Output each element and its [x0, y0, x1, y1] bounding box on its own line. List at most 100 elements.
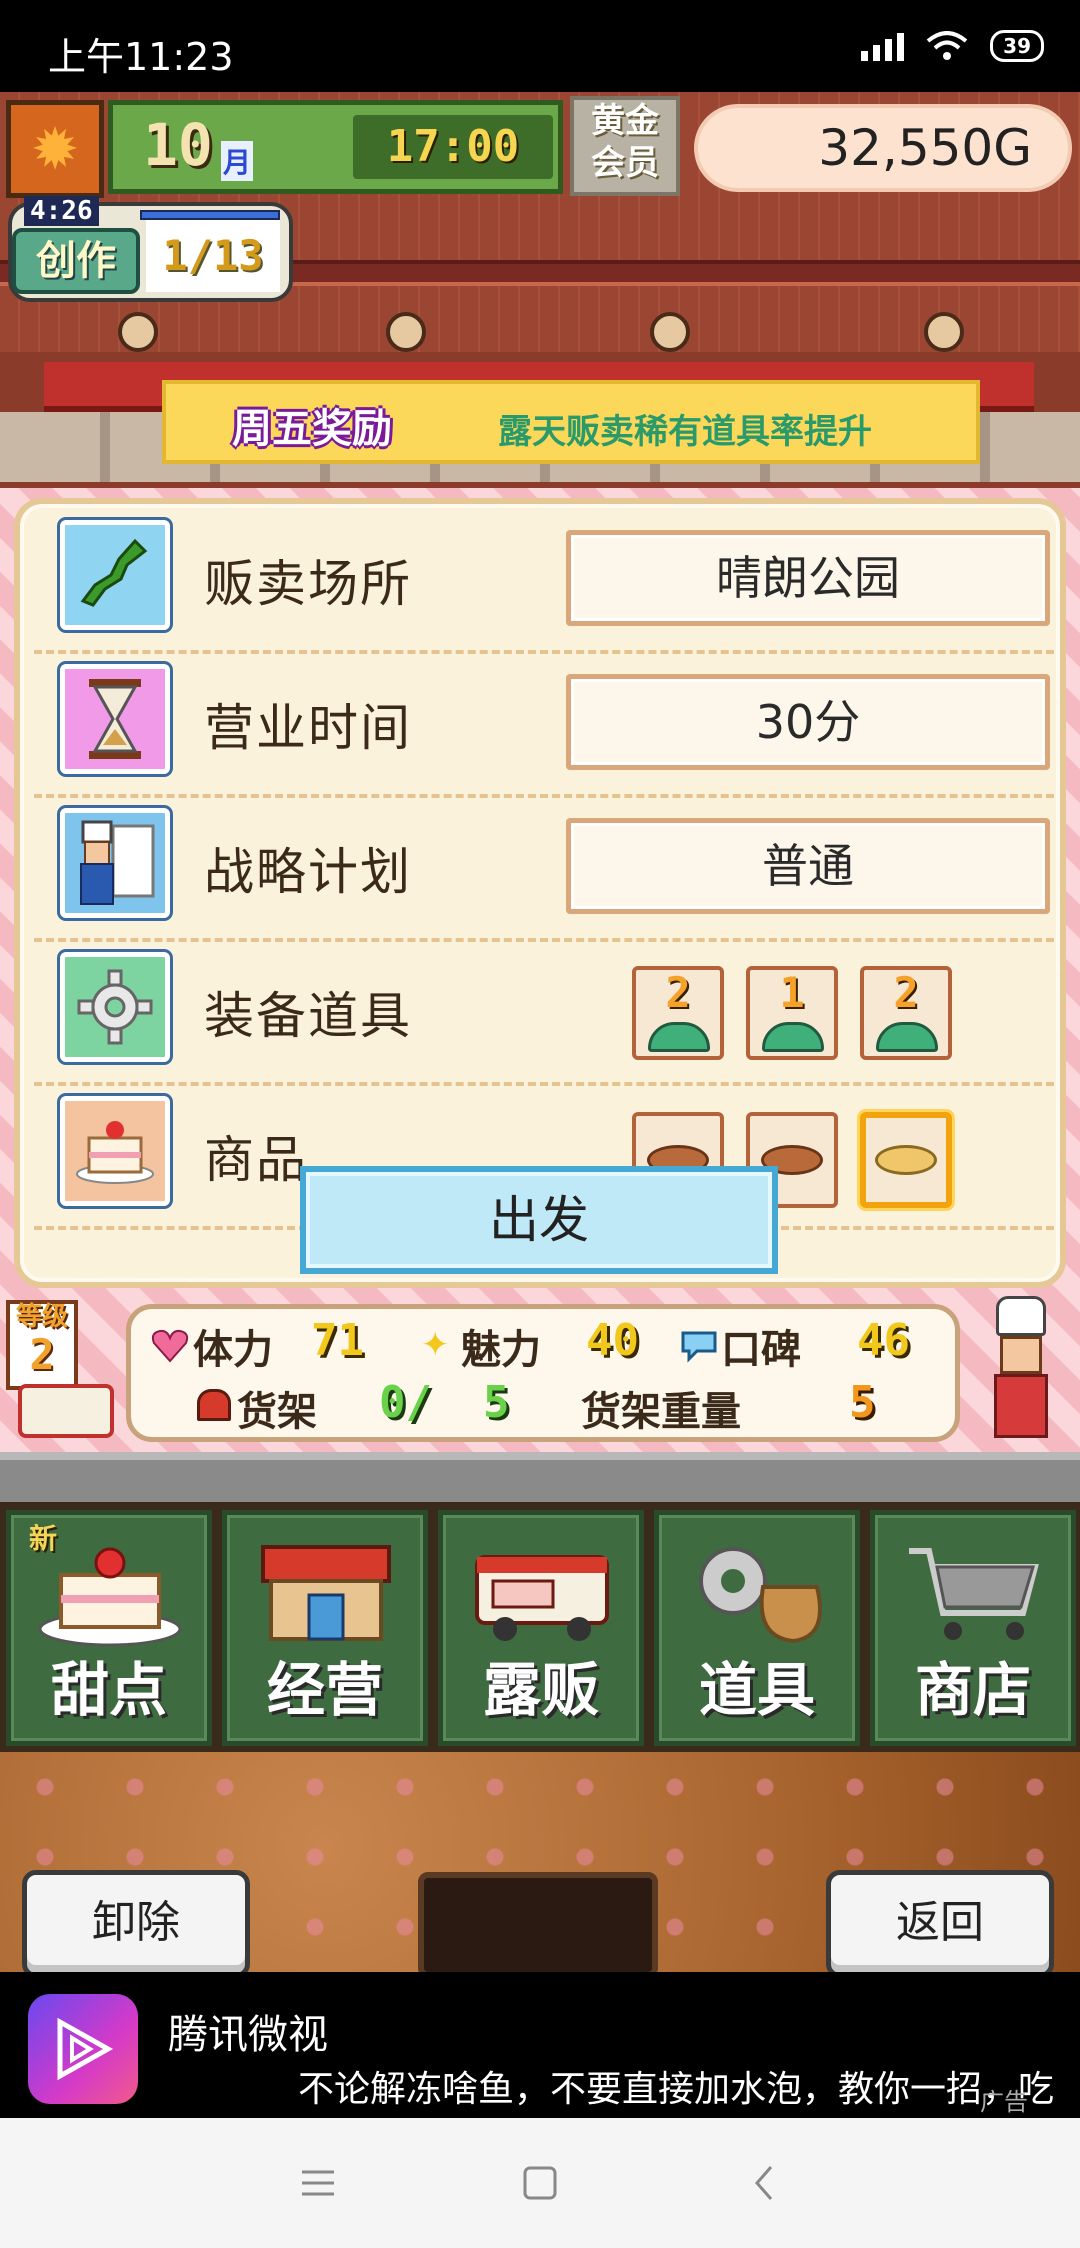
weishi-app-icon — [28, 1994, 138, 2104]
equipment-level: 1 — [779, 968, 805, 1017]
gold-member-badge[interactable]: 黄金 会员 — [570, 96, 680, 196]
product-slot-3[interactable] — [860, 1112, 952, 1208]
cart-icon — [899, 1537, 1049, 1647]
create-count: 1/13 — [146, 220, 280, 292]
menu-label-street-sale: 露贩 — [482, 1656, 599, 1724]
lamp-icon — [386, 312, 426, 352]
van-stats: 体力 71 ✦ 魅力 40 口碑 46 货架 0/ 5 货架重量 5 — [126, 1304, 960, 1442]
menu-management[interactable]: 经营 — [222, 1510, 428, 1746]
equipment-slot-1[interactable]: 2 — [632, 966, 724, 1060]
charm-label: 魅力 — [461, 1327, 541, 1373]
menu-label-items: 道具 — [698, 1656, 815, 1724]
bonus-tag: 周五奖励 — [232, 406, 392, 452]
stamina-label: 体力 — [193, 1327, 273, 1373]
strategy-selector[interactable]: 普通 — [566, 818, 1050, 914]
menu-icon[interactable] — [278, 2148, 358, 2218]
member-line-1: 黄金 — [591, 101, 659, 141]
ad-text: 不论解冻啥鱼，不要直接加水泡，教你一招，吃 — [298, 2069, 1055, 2110]
level-label: 等级 — [15, 1302, 68, 1332]
lamp-icon — [650, 312, 690, 352]
charm-value: 40 — [586, 1315, 639, 1366]
shelf-icon — [197, 1389, 231, 1421]
menu-label-store: 商店 — [914, 1656, 1031, 1724]
chef-plan-icon — [60, 808, 170, 918]
ground-strip — [0, 1452, 1080, 1502]
create-label: 创作 — [12, 228, 140, 294]
reputation-label: 口碑 — [721, 1327, 801, 1373]
row-divider — [34, 938, 1054, 942]
equipment-level: 2 — [893, 968, 919, 1017]
gear-icon — [60, 952, 170, 1062]
heart-icon — [151, 1329, 189, 1363]
ad-tag: 广告 — [980, 2088, 1028, 2116]
shelf-total: 5 — [483, 1377, 510, 1428]
autumn-leaf-icon: ✹ — [6, 100, 104, 198]
create-timer-bar — [140, 210, 280, 220]
main-menu: 新 甜点 经营 露贩 道具 商店 — [0, 1502, 1080, 1752]
bonus-text: 露天贩卖稀有道具率提升 — [498, 412, 872, 452]
item-bag-icon — [683, 1537, 833, 1647]
cake-icon — [60, 1096, 170, 1206]
status-time: 上午11:23 — [48, 35, 234, 79]
member-line-2: 会员 — [591, 143, 659, 183]
system-nav-bar — [0, 2118, 1080, 2248]
row-label-location: 贩卖场所 — [204, 555, 412, 613]
equipment-slot-2[interactable]: 1 — [746, 966, 838, 1060]
lamp-icon — [118, 312, 158, 352]
hourglass-icon — [60, 664, 170, 774]
scale-icon — [876, 1022, 938, 1052]
van-icon — [467, 1537, 617, 1647]
back-button[interactable]: 返回 — [826, 1870, 1054, 1978]
shelf-weight-label: 货架重量 — [581, 1389, 741, 1435]
row-divider — [34, 1082, 1054, 1086]
month-unit: 月 — [221, 141, 254, 181]
van-icon — [18, 1384, 114, 1438]
depart-button[interactable]: 出发 — [300, 1166, 778, 1274]
game-time: 17:00 — [353, 115, 553, 179]
menu-label-management: 经营 — [266, 1656, 383, 1724]
remove-button[interactable]: 卸除 — [22, 1870, 250, 1978]
speech-bubble-icon — [681, 1331, 717, 1363]
stamina-value: 71 — [311, 1315, 364, 1366]
shelf-label: 货架 — [237, 1389, 317, 1435]
calendar-display: 10 月 17:00 — [108, 100, 563, 194]
wifi-icon — [926, 31, 968, 60]
status-icons: 39 — [861, 30, 1044, 62]
gold-balance: 32,550G — [694, 104, 1072, 192]
back-icon[interactable] — [724, 2148, 804, 2218]
chef-character — [986, 1296, 1056, 1442]
row-label-equipment: 装备道具 — [204, 987, 412, 1045]
level-value: 2 — [29, 1330, 55, 1379]
location-selector[interactable]: 晴朗公园 — [566, 530, 1050, 626]
hours-selector[interactable]: 30分 — [566, 674, 1050, 770]
sparkle-icon: ✦ — [421, 1325, 450, 1365]
row-label-hours: 营业时间 — [204, 699, 412, 757]
game-area: ✹ 10 月 17:00 黄金 会员 32,550G 4:26 创作 1/13 … — [0, 92, 1080, 2064]
ad-banner[interactable]: 腾讯微视 不论解冻啥鱼，不要直接加水泡，教你一招，吃 广告 — [0, 1972, 1080, 2118]
menu-desserts[interactable]: 新 甜点 — [6, 1510, 212, 1746]
menu-items[interactable]: 道具 — [654, 1510, 860, 1746]
row-label-strategy: 战略计划 — [204, 843, 412, 901]
menu-label-desserts: 甜点 — [50, 1656, 167, 1724]
home-icon[interactable] — [500, 2148, 580, 2218]
scale-icon — [648, 1022, 710, 1052]
shelf-weight-value: 5 — [849, 1377, 876, 1428]
row-label-products: 商品 — [204, 1131, 308, 1189]
menu-store[interactable]: 商店 — [870, 1510, 1076, 1746]
ad-title: 腾讯微视 — [168, 2012, 328, 2058]
signal-icon — [861, 31, 905, 61]
equipment-level: 2 — [665, 968, 691, 1017]
map-icon — [60, 520, 170, 630]
status-bar: 上午11:23 39 — [0, 0, 1080, 92]
shop-icon — [251, 1537, 401, 1647]
month-value: 10 — [143, 111, 213, 179]
menu-street-sale[interactable]: 露贩 — [438, 1510, 644, 1746]
row-divider — [34, 794, 1054, 798]
reputation-value: 46 — [857, 1315, 910, 1366]
info-screen — [418, 1872, 658, 1978]
friday-bonus-banner: 周五奖励 露天贩卖稀有道具率提升 — [162, 380, 980, 464]
cake-icon — [35, 1537, 185, 1647]
row-divider — [34, 650, 1054, 654]
equipment-slot-3[interactable]: 2 — [860, 966, 952, 1060]
lamp-icon — [924, 312, 964, 352]
